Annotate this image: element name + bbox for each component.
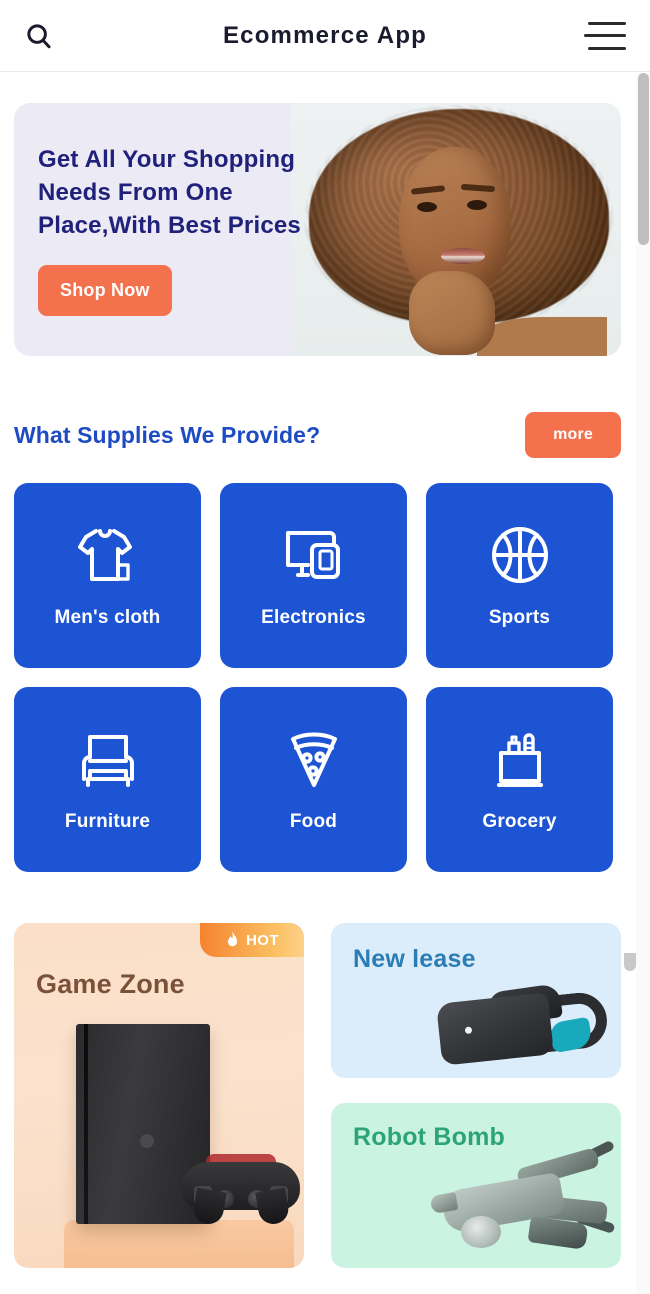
search-icon[interactable] [24,21,54,51]
category-tile-electronics[interactable]: Electronics [220,483,407,668]
pedestal-shape [64,1220,294,1268]
hamburger-menu-icon[interactable] [584,22,626,50]
hero-headline-line-3: Place,With Best Prices [38,209,338,242]
category-label: Food [290,811,337,833]
vr-body [436,992,554,1065]
app-header: Ecommerce App [0,0,650,72]
eye-left [417,202,437,212]
category-tile-mens-cloth[interactable]: Men's cloth [14,483,201,668]
shoulder-shape [477,317,607,356]
promo-card-robot-bomb[interactable]: Robot Bomb [331,1103,621,1268]
hot-badge-label: HOT [246,932,279,949]
pizza-slice-icon [279,727,349,791]
supplies-section-title: What Supplies We Provide? [14,422,320,449]
category-tile-grocery[interactable]: Grocery [426,687,613,872]
category-label: Men's cloth [55,607,161,629]
armchair-icon [72,727,144,791]
inner-scrollbar-thumb[interactable] [624,953,636,971]
hero-headline-line-2: Needs From One [38,176,338,209]
category-tile-food[interactable]: Food [220,687,407,872]
category-label: Sports [489,607,550,629]
promo-card-new-lease[interactable]: New lease [331,923,621,1078]
eye-right [467,200,487,210]
more-button[interactable]: more [525,412,621,458]
category-label: Furniture [65,811,150,833]
controller-grip-right [255,1188,290,1227]
basketball-icon [485,523,555,587]
hand-shape [409,271,495,355]
page-scrollbar-track[interactable] [636,73,650,1294]
category-grid: Men's cloth Electronics [14,483,621,872]
category-label: Grocery [482,811,556,833]
tshirt-icon [72,523,144,587]
promo-title-game-zone: Game Zone [36,969,185,1000]
inner-scrollbar-track[interactable] [624,73,636,1294]
drone-image [425,1146,615,1264]
vr-headset-image [433,968,613,1072]
hero-text-block: Get All Your Shopping Needs From One Pla… [38,143,338,242]
page-title: Ecommerce App [0,22,650,50]
hot-badge: HOT [200,923,304,957]
promo-section: HOT Game Zone [14,923,621,1273]
drone-camera [461,1216,501,1248]
category-tile-furniture[interactable]: Furniture [14,687,201,872]
hero-headline-line-1: Get All Your Shopping [38,143,338,176]
controller-grip-left [191,1188,226,1227]
devices-icon [278,523,350,587]
category-tile-sports[interactable]: Sports [426,483,613,668]
flame-icon [225,931,240,949]
shop-now-button[interactable]: Shop Now [38,265,172,316]
controller-body [182,1162,300,1210]
hamburger-line [588,47,626,50]
page-scrollbar-thumb[interactable] [638,73,649,245]
lips-shape [441,248,485,264]
hamburger-line [584,34,626,37]
app-screen: Ecommerce App Get All Your Sh [0,0,650,1294]
hero-image [291,103,621,356]
hamburger-line [588,22,626,25]
scroll-content: Get All Your Shopping Needs From One Pla… [0,73,650,1294]
grocery-bag-icon [485,727,555,791]
game-controller-image [182,1150,300,1222]
hero-banner[interactable]: Get All Your Shopping Needs From One Pla… [14,103,621,356]
promo-card-game-zone[interactable]: HOT Game Zone [14,923,304,1268]
category-label: Electronics [261,607,366,629]
supplies-section-header: What Supplies We Provide? more [14,407,621,463]
